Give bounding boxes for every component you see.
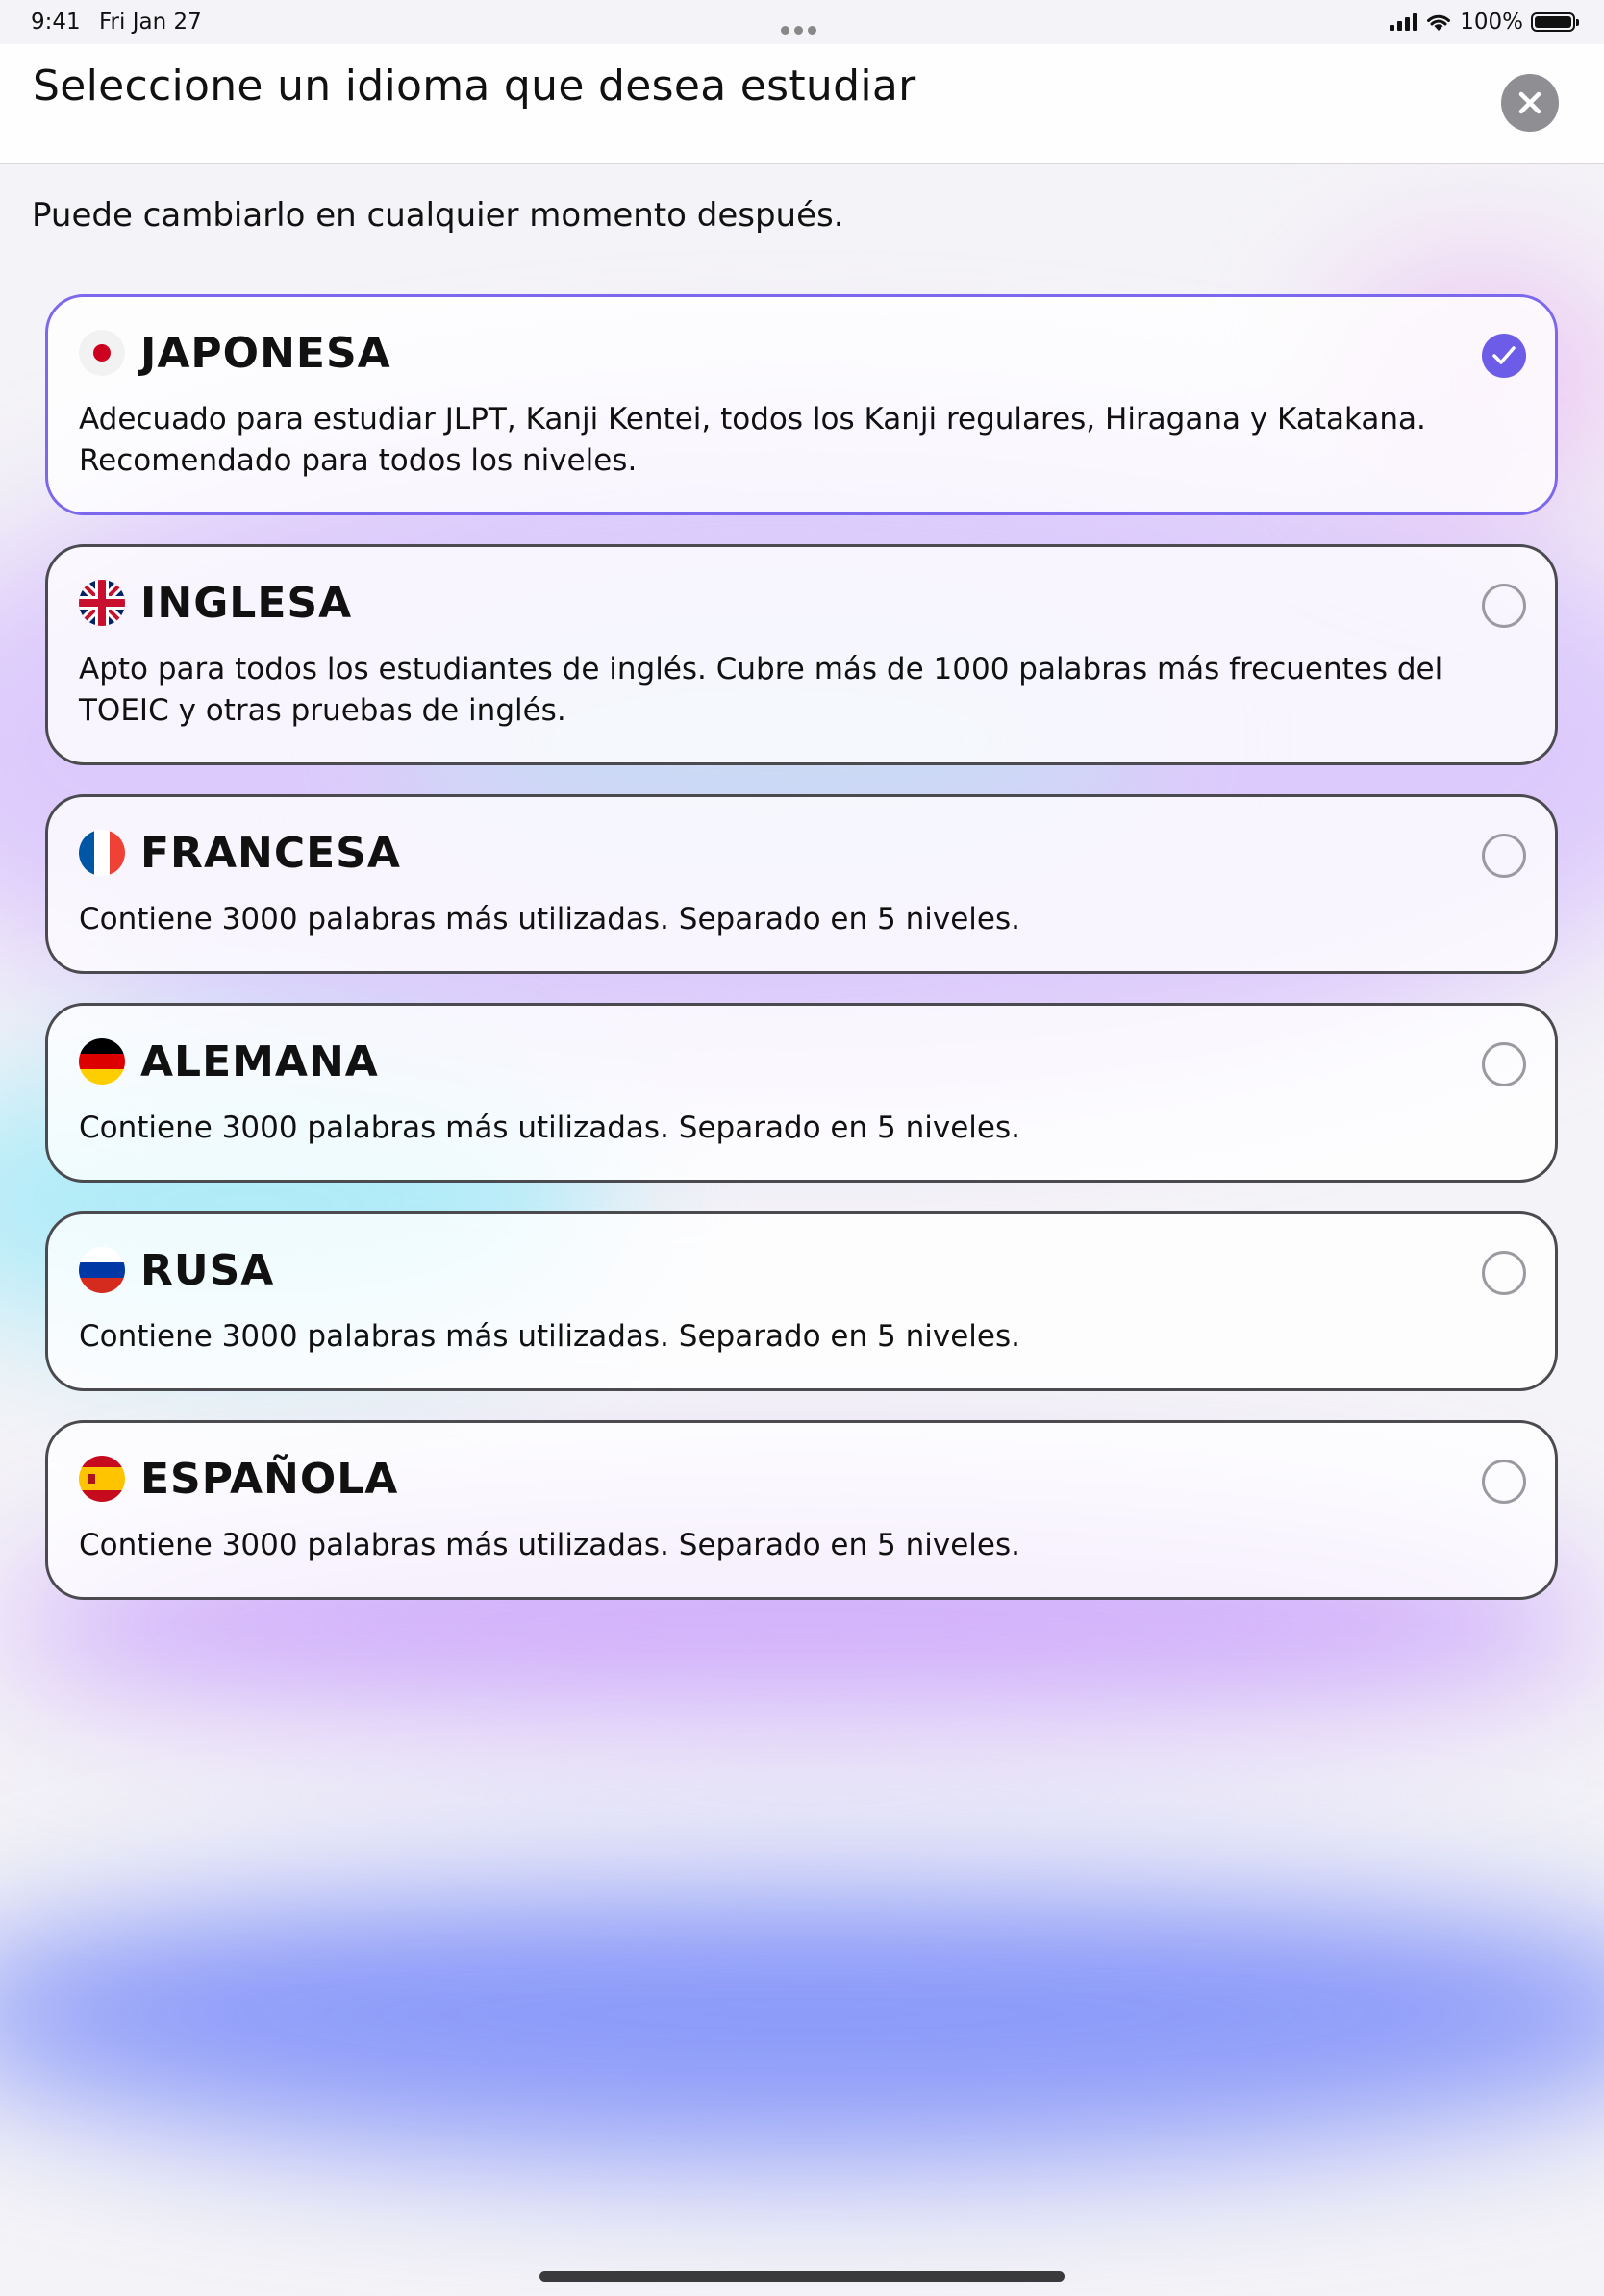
language-description: Contiene 3000 palabras más utilizadas. S… <box>79 902 1020 936</box>
multitasking-dots-icon[interactable] <box>781 15 825 35</box>
status-bar: 9:41 Fri Jan 27 100% <box>0 0 1604 44</box>
status-time: 9:41 <box>31 10 81 35</box>
subtitle: Puede cambiarlo en cualquier momento des… <box>32 196 844 235</box>
language-card-english[interactable]: INGLESA Apto para todos los estudiantes … <box>45 544 1558 765</box>
language-name: FRANCESA <box>140 828 401 878</box>
uk-flag-icon <box>79 580 125 626</box>
wifi-icon <box>1427 14 1451 31</box>
language-card-german[interactable]: ALEMANA Contiene 3000 palabras más utili… <box>45 1003 1558 1183</box>
language-card-french[interactable]: FRANCESA Contiene 3000 palabras más util… <box>45 794 1558 974</box>
language-description: Contiene 3000 palabras más utilizadas. S… <box>79 1111 1020 1145</box>
france-flag-icon <box>79 830 125 876</box>
russia-flag-icon <box>79 1247 125 1293</box>
status-date: Fri Jan 27 <box>99 10 202 35</box>
language-list: JAPONESA Adecuado para estudiar JLPT, Ka… <box>45 294 1558 1629</box>
language-card-russian[interactable]: RUSA Contiene 3000 palabras más utilizad… <box>45 1211 1558 1391</box>
page-title: Seleccione un idioma que desea estudiar <box>33 62 916 111</box>
battery-percentage: 100% <box>1460 10 1523 35</box>
japan-flag-icon <box>79 330 125 376</box>
language-name: ESPAÑOLA <box>140 1454 399 1504</box>
close-button[interactable] <box>1501 74 1559 132</box>
cellular-signal-icon <box>1390 13 1418 31</box>
radio-unselected-icon[interactable] <box>1482 584 1526 628</box>
modal-header: Seleccione un idioma que desea estudiar <box>0 44 1604 164</box>
radio-unselected-icon[interactable] <box>1482 1251 1526 1295</box>
language-name: ALEMANA <box>140 1036 379 1086</box>
language-description: Adecuado para estudiar JLPT, Kanji Kente… <box>79 402 1426 478</box>
language-card-japanese[interactable]: JAPONESA Adecuado para estudiar JLPT, Ka… <box>45 294 1558 515</box>
language-name: JAPONESA <box>140 328 391 378</box>
language-description: Contiene 3000 palabras más utilizadas. S… <box>79 1528 1020 1562</box>
selected-checkmark-icon[interactable] <box>1482 334 1526 378</box>
radio-unselected-icon[interactable] <box>1482 1460 1526 1504</box>
language-name: INGLESA <box>140 578 353 628</box>
language-description: Apto para todos los estudiantes de inglé… <box>79 652 1443 728</box>
home-indicator[interactable] <box>539 2271 1065 2282</box>
language-name: RUSA <box>140 1245 275 1295</box>
spain-flag-icon <box>79 1456 125 1502</box>
close-x-icon <box>1518 91 1541 114</box>
battery-icon <box>1531 12 1579 32</box>
radio-unselected-icon[interactable] <box>1482 834 1526 878</box>
radio-unselected-icon[interactable] <box>1482 1042 1526 1086</box>
language-description: Contiene 3000 palabras más utilizadas. S… <box>79 1319 1020 1354</box>
language-card-spanish[interactable]: ESPAÑOLA Contiene 3000 palabras más util… <box>45 1420 1558 1600</box>
germany-flag-icon <box>79 1038 125 1085</box>
